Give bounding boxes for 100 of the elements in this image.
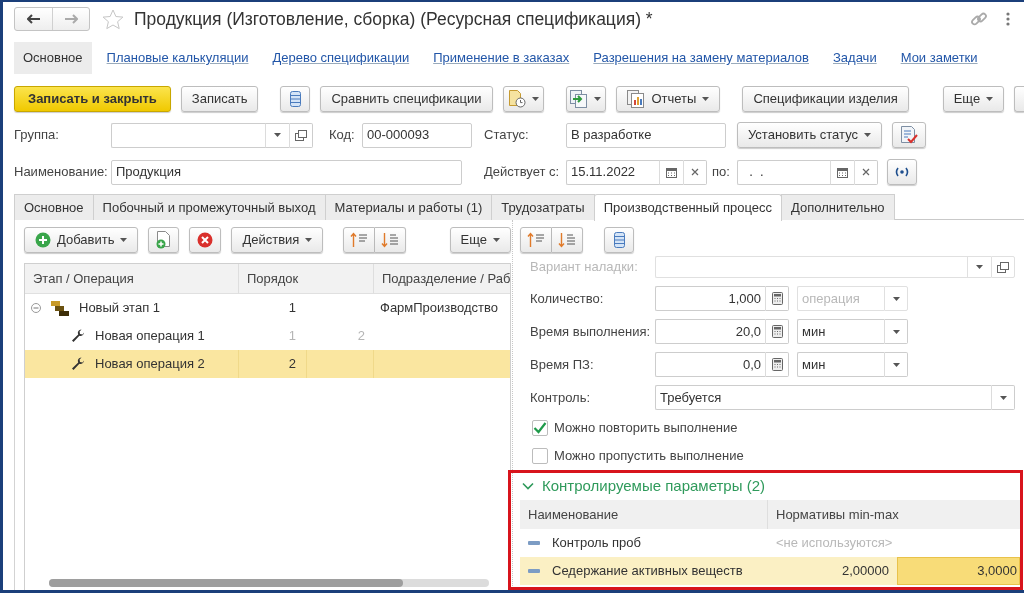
- calendar-icon: [666, 166, 677, 178]
- operation-name: Новая операция 1: [95, 327, 205, 346]
- button[interactable]: Сравнить спецификации: [320, 86, 493, 112]
- icon-button[interactable]: [189, 227, 222, 253]
- status-field[interactable]: В разработке: [566, 122, 726, 148]
- checkbox-label: Можно повторить выполнение: [554, 419, 738, 438]
- button[interactable]: Записать и закрыть: [14, 86, 171, 112]
- sort-down-button[interactable]: [375, 227, 407, 253]
- new-document-icon: [156, 231, 172, 249]
- table-cell: 2,00000: [768, 557, 897, 585]
- dropdown-button[interactable]: [884, 352, 908, 377]
- calculator-button[interactable]: [765, 352, 789, 377]
- parameter-icon: [528, 569, 540, 573]
- dropdown-button[interactable]: [884, 319, 908, 344]
- calculator-button[interactable]: [765, 286, 789, 311]
- icon-button[interactable]: [604, 227, 634, 253]
- button[interactable]: Спецификации изделия: [742, 86, 909, 112]
- group-field[interactable]: [111, 122, 265, 148]
- tab[interactable]: Материалы и работы (1): [324, 194, 493, 220]
- nav-link[interactable]: Мои заметки: [891, 42, 987, 74]
- table-cell[interactable]: 3,0000: [897, 557, 1020, 585]
- icon-button[interactable]: [502, 86, 544, 112]
- menu-button[interactable]: Установить статус: [737, 122, 882, 148]
- field-label: Группа:: [14, 126, 60, 145]
- icon-button[interactable]: [148, 227, 180, 253]
- link-icon[interactable]: [970, 10, 988, 28]
- open-window-icon: [997, 261, 1009, 273]
- menu-button[interactable]: Еще: [449, 227, 511, 253]
- back-icon[interactable]: [26, 14, 41, 24]
- nav-link[interactable]: Основное: [14, 42, 92, 74]
- toolbar-button[interactable]: [1014, 86, 1024, 112]
- caret-icon: [305, 238, 313, 242]
- sort-up-button[interactable]: [343, 227, 376, 253]
- select-field[interactable]: Требуется: [655, 385, 991, 410]
- checkbox-label: Можно пропустить выполнение: [554, 447, 744, 466]
- group-title[interactable]: Контролируемые параметры (2): [542, 474, 765, 498]
- calendar-button[interactable]: [830, 159, 854, 185]
- star-icon[interactable]: [102, 8, 124, 30]
- menu-button[interactable]: Еще: [942, 86, 1005, 112]
- calculator-button[interactable]: [765, 319, 789, 344]
- calendar-button[interactable]: [659, 159, 683, 185]
- calculator-icon: [771, 325, 783, 338]
- menu-button[interactable]: Отчеты: [616, 86, 721, 112]
- date-field[interactable]: . .: [737, 159, 830, 185]
- sort-up-button[interactable]: [520, 227, 552, 253]
- button[interactable]: Записать: [180, 86, 259, 112]
- icon-button[interactable]: [280, 86, 311, 112]
- number-field[interactable]: 0,0: [655, 352, 765, 377]
- tab[interactable]: Основное: [14, 194, 94, 220]
- checkbox[interactable]: [532, 420, 548, 436]
- unit-field[interactable]: мин: [797, 319, 884, 344]
- field-label: Код:: [329, 126, 356, 145]
- field-label: Наименование:: [14, 163, 109, 182]
- more-icon[interactable]: [1006, 12, 1010, 26]
- table-cell-text: 1: [287, 327, 297, 346]
- forward-icon[interactable]: [64, 14, 78, 24]
- number-field[interactable]: 20,0: [655, 319, 765, 344]
- nav-link[interactable]: Плановые калькуляции: [97, 42, 258, 74]
- column-header: Этап / Операция: [25, 264, 239, 294]
- range-icon: [895, 167, 909, 177]
- open-button[interactable]: [289, 122, 313, 148]
- icon-button[interactable]: [892, 122, 926, 148]
- chevron-icon[interactable]: [522, 482, 534, 490]
- nav-link[interactable]: Задачи: [824, 42, 886, 74]
- scrollbar[interactable]: [49, 579, 489, 587]
- document-clock-icon: [507, 90, 526, 108]
- caret-icon: [864, 133, 872, 137]
- field-label: Вариант наладки:: [530, 258, 639, 277]
- document-check-icon: [900, 126, 918, 144]
- icon-button[interactable]: [887, 159, 917, 185]
- caret-icon: [892, 362, 900, 367]
- field-label: Время ПЗ:: [530, 355, 595, 374]
- menu-button[interactable]: Действия: [231, 227, 324, 253]
- nav-link[interactable]: Дерево спецификации: [263, 42, 419, 74]
- dropdown-button[interactable]: [991, 385, 1015, 410]
- tab[interactable]: Производственный процесс: [593, 194, 782, 221]
- caret-icon: [274, 133, 281, 137]
- window-title: Продукция (Изготовление, сборка) (Ресурсная спецификация) *: [134, 7, 653, 31]
- menu-button[interactable]: Добавить: [24, 227, 139, 253]
- nav-link[interactable]: Применение в заказах: [424, 42, 579, 74]
- name-field[interactable]: Продукция: [111, 159, 462, 185]
- date-field[interactable]: 15.11.2022: [566, 159, 659, 185]
- list-icon: [613, 232, 625, 248]
- icon-button[interactable]: [565, 86, 607, 112]
- column-header: Нормативы min-max: [768, 500, 1020, 529]
- checkbox[interactable]: [532, 448, 548, 464]
- open-window-icon: [295, 129, 307, 141]
- tab[interactable]: Трудозатраты: [491, 194, 595, 220]
- code-field[interactable]: 00-000093: [362, 122, 472, 148]
- nav-link[interactable]: Разрешения на замену материалов: [584, 42, 818, 74]
- unit-field[interactable]: мин: [797, 352, 884, 377]
- calculator-icon: [771, 358, 783, 371]
- tab[interactable]: Побочный и промежуточный выход: [92, 194, 326, 220]
- collapse-icon[interactable]: [31, 303, 41, 313]
- number-field[interactable]: 1,000: [655, 286, 765, 311]
- add-icon: [35, 232, 51, 248]
- tab[interactable]: Дополнительно: [781, 194, 895, 220]
- calendar-icon: [837, 166, 848, 178]
- dropdown-button[interactable]: [265, 122, 289, 148]
- sort-down-button[interactable]: [552, 227, 583, 253]
